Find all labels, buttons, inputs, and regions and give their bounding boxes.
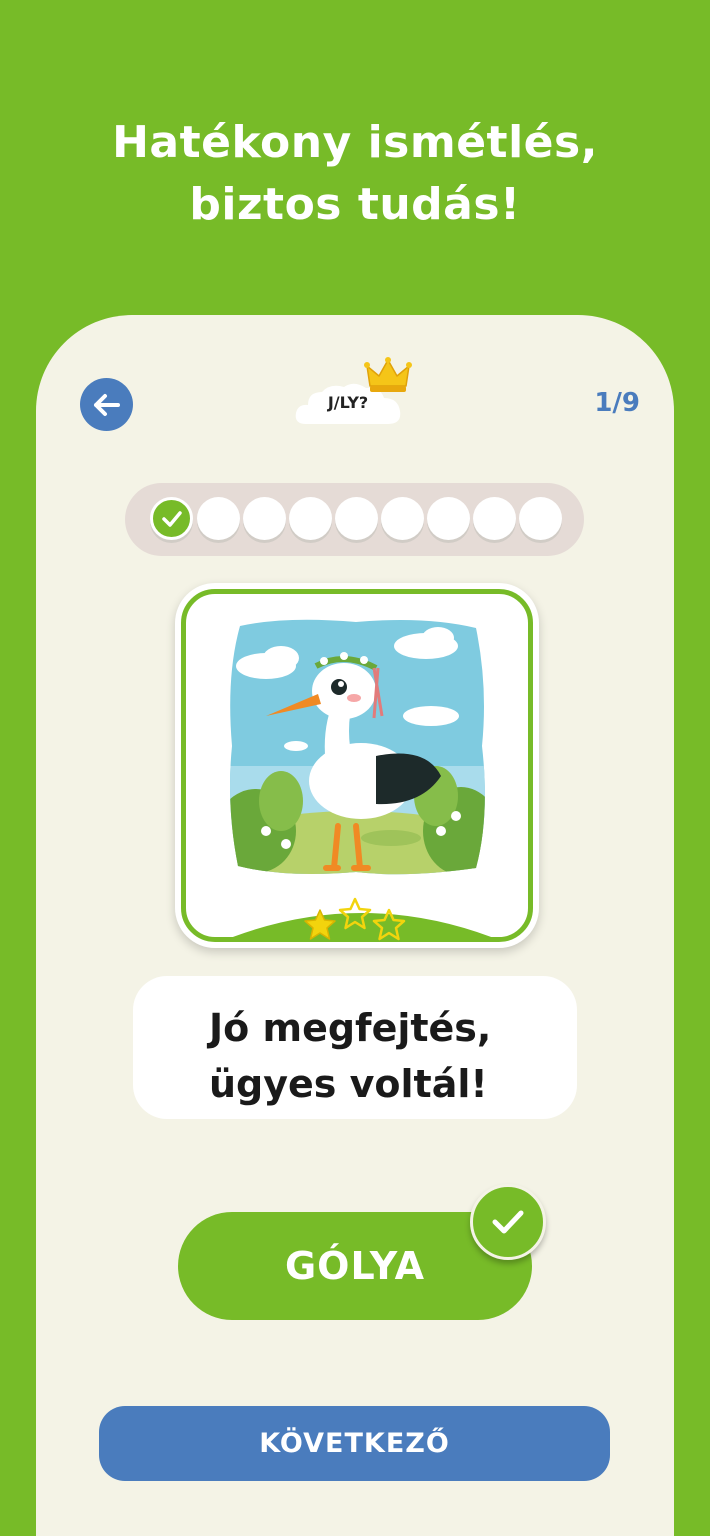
star-empty-icon bbox=[372, 908, 406, 941]
progress-dot bbox=[335, 497, 378, 540]
correct-badge bbox=[470, 1184, 546, 1260]
progress-dot bbox=[427, 497, 470, 540]
arrow-left-icon bbox=[93, 393, 120, 416]
checkmark-icon bbox=[492, 1210, 524, 1234]
progress-dot bbox=[519, 497, 562, 540]
progress-dot bbox=[197, 497, 240, 540]
feedback-line-2: ügyes voltál! bbox=[209, 1062, 488, 1106]
stork-illustration bbox=[230, 619, 485, 875]
headline-line-1: Hatékony ismétlés, bbox=[112, 117, 598, 168]
progress-dot bbox=[473, 497, 516, 540]
back-button[interactable] bbox=[80, 378, 133, 431]
feedback-message: Jó megfejtés, ügyes voltál! bbox=[209, 1000, 569, 1112]
star-filled-icon bbox=[304, 909, 336, 940]
checkmark-icon bbox=[161, 510, 182, 527]
star-rating bbox=[304, 897, 406, 941]
crown-icon bbox=[364, 357, 412, 392]
progress-dot bbox=[381, 497, 424, 540]
feedback-line-1: Jó megfejtés, bbox=[209, 1006, 492, 1050]
headline: Hatékony ismétlés, biztos tudás! bbox=[0, 112, 710, 236]
progress-dot bbox=[289, 497, 332, 540]
star-empty-icon bbox=[338, 897, 372, 930]
word-picture-card bbox=[175, 583, 539, 948]
question-counter: 1/9 bbox=[594, 388, 640, 418]
progress-dot-completed bbox=[150, 497, 193, 540]
progress-dot bbox=[243, 497, 286, 540]
next-button[interactable]: KÖVETKEZŐ bbox=[99, 1406, 610, 1481]
headline-line-2: biztos tudás! bbox=[189, 179, 521, 230]
